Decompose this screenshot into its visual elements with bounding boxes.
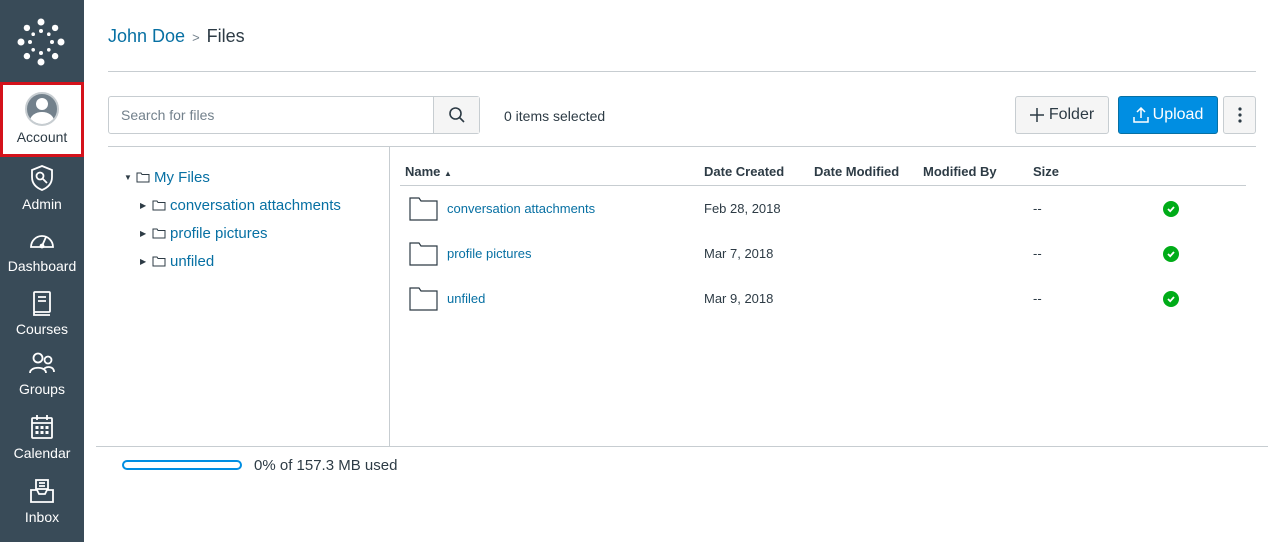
- nav-item-account[interactable]: Account: [0, 82, 84, 157]
- breadcrumb-user-link[interactable]: John Doe: [108, 26, 185, 46]
- tree-item-label[interactable]: profile pictures: [170, 225, 268, 242]
- collapsed-caret-icon[interactable]: ▶: [140, 201, 150, 210]
- date-created: Feb 28, 2018: [704, 201, 781, 216]
- add-folder-label: Folder: [1048, 106, 1095, 123]
- file-name-link[interactable]: profile pictures: [447, 246, 532, 261]
- nav-item-inbox[interactable]: Inbox: [0, 476, 84, 538]
- column-header-name[interactable]: Name ▲: [405, 164, 452, 179]
- collapsed-caret-icon[interactable]: ▶: [140, 257, 150, 266]
- nav-item-label: Admin: [22, 196, 62, 212]
- selection-status: 0 items selected: [504, 108, 606, 124]
- footer-divider: [96, 446, 1268, 447]
- table-row[interactable]: unfiled Mar 9, 2018 --: [400, 276, 1246, 321]
- nav-item-label: Inbox: [24, 509, 60, 525]
- tree-item-label[interactable]: My Files: [154, 169, 210, 186]
- column-header-modified-by[interactable]: Modified By: [923, 164, 997, 179]
- folder-icon: [152, 228, 166, 239]
- upload-icon: [1132, 107, 1149, 123]
- nav-item-label: Calendar: [13, 445, 71, 461]
- expanded-caret-icon[interactable]: ▼: [124, 173, 134, 182]
- search-button[interactable]: [433, 97, 479, 133]
- upload-label: Upload: [1152, 106, 1204, 123]
- nav-item-dashboard[interactable]: Dashboard: [0, 225, 84, 287]
- upload-button[interactable]: Upload: [1118, 96, 1218, 134]
- nav-item-calendar[interactable]: Calendar: [0, 412, 84, 474]
- folder-icon: [152, 200, 166, 211]
- quota-text: 0% of 157.3 MB used: [254, 457, 398, 474]
- tree-item-my-files[interactable]: ▼ My Files: [124, 163, 341, 191]
- quota-progress-bar: [122, 460, 242, 470]
- collapsed-caret-icon[interactable]: ▶: [140, 229, 150, 238]
- nav-item-label: Account: [16, 129, 68, 145]
- column-header-date-created[interactable]: Date Created: [704, 164, 784, 179]
- header-divider: [108, 71, 1256, 72]
- date-created: Mar 9, 2018: [704, 291, 774, 306]
- plus-icon: [1029, 108, 1044, 122]
- date-created: Mar 7, 2018: [704, 246, 774, 261]
- pane-divider: [389, 147, 390, 447]
- toolbar-divider: [108, 146, 1256, 147]
- canvas-logo-icon[interactable]: [17, 18, 65, 66]
- nav-item-label: Groups: [19, 381, 65, 397]
- file-name-link[interactable]: conversation attachments: [447, 201, 595, 216]
- file-size: --: [1033, 246, 1042, 261]
- calendar-icon: [31, 415, 53, 439]
- folder-icon: [152, 256, 166, 267]
- more-options-button[interactable]: [1223, 96, 1256, 134]
- sort-ascending-icon: ▲: [444, 169, 452, 178]
- tree-item-conversation-attachments[interactable]: ▶ conversation attachments: [140, 191, 341, 219]
- table-row[interactable]: conversation attachments Feb 28, 2018 --: [400, 186, 1246, 231]
- folder-icon: [136, 172, 150, 183]
- nav-item-label: Courses: [15, 321, 69, 337]
- speedometer-icon: [30, 235, 54, 249]
- tree-item-profile-pictures[interactable]: ▶ profile pictures: [140, 219, 341, 247]
- tree-item-label[interactable]: unfiled: [170, 253, 214, 270]
- users-icon: [29, 352, 55, 374]
- breadcrumb-separator: >: [192, 30, 200, 45]
- file-name-link[interactable]: unfiled: [447, 291, 485, 306]
- nav-item-courses[interactable]: Courses: [0, 288, 84, 350]
- breadcrumb: John Doe > Files: [108, 26, 245, 47]
- page-title: Files: [206, 26, 245, 46]
- folder-icon: [409, 197, 438, 221]
- vertical-ellipsis-icon: [1237, 107, 1242, 123]
- table-row[interactable]: profile pictures Mar 7, 2018 --: [400, 231, 1246, 276]
- admin-shield-icon: [31, 165, 53, 191]
- folder-icon: [409, 287, 438, 311]
- search-box: [108, 96, 480, 134]
- folder-tree: ▼ My Files ▶ conversation attachments ▶ …: [124, 163, 341, 275]
- column-header-size[interactable]: Size: [1033, 164, 1059, 179]
- tree-item-unfiled[interactable]: ▶ unfiled: [140, 247, 341, 275]
- folder-icon: [409, 242, 438, 266]
- column-header-date-modified[interactable]: Date Modified: [814, 164, 899, 179]
- search-icon: [448, 107, 465, 123]
- add-folder-button[interactable]: Folder: [1015, 96, 1109, 134]
- file-size: --: [1033, 201, 1042, 216]
- tree-item-label[interactable]: conversation attachments: [170, 197, 341, 214]
- published-check-icon[interactable]: [1163, 201, 1179, 217]
- nav-item-label: Dashboard: [7, 258, 77, 274]
- file-size: --: [1033, 291, 1042, 306]
- search-input[interactable]: [109, 97, 433, 133]
- user-avatar-icon: [25, 92, 59, 126]
- global-nav: Account Admin Dashboard Courses Groups C…: [0, 0, 84, 542]
- published-check-icon[interactable]: [1163, 291, 1179, 307]
- file-table-header: Name ▲ Date Created Date Modified Modifi…: [400, 156, 1246, 186]
- nav-item-groups[interactable]: Groups: [0, 348, 84, 410]
- nav-item-admin[interactable]: Admin: [0, 163, 84, 225]
- book-icon: [33, 291, 51, 316]
- published-check-icon[interactable]: [1163, 246, 1179, 262]
- inbox-icon: [30, 479, 54, 503]
